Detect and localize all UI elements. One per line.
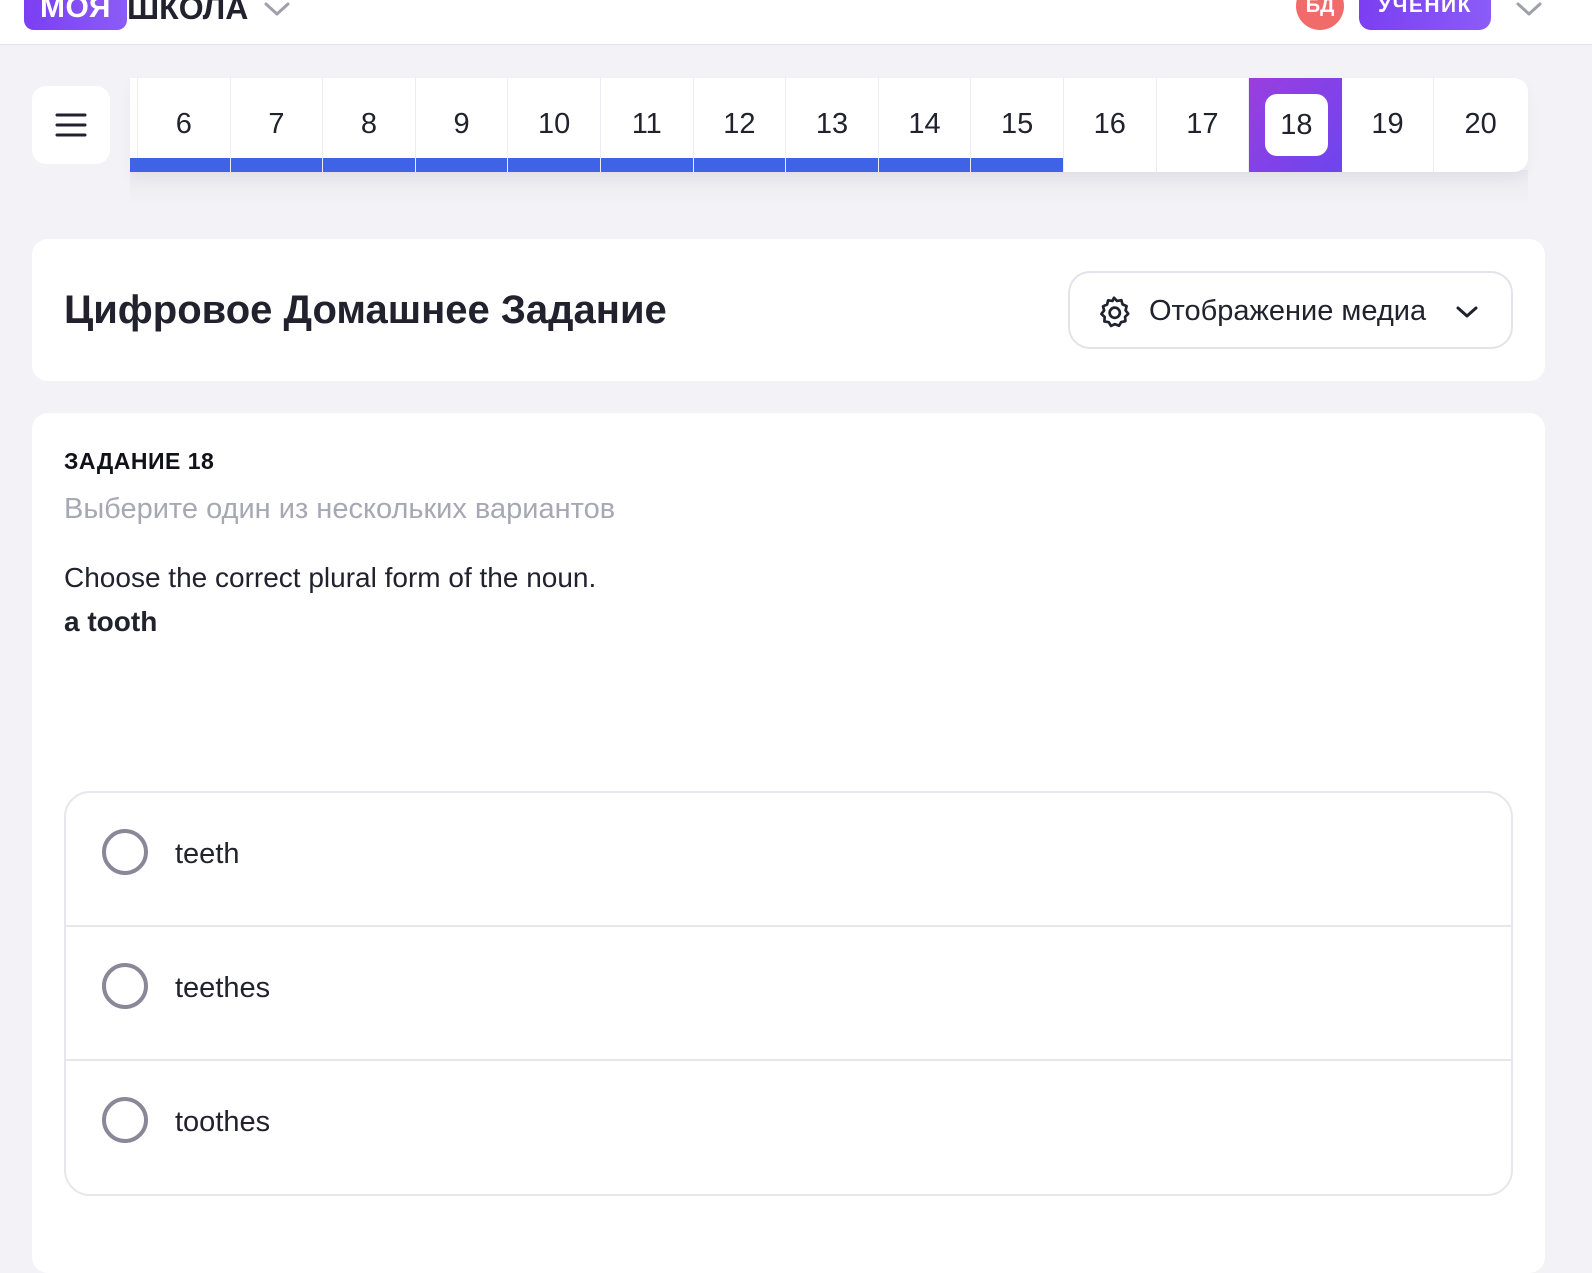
radio-button[interactable] bbox=[102, 963, 148, 1009]
answer-options: teeth teethes toothes bbox=[64, 791, 1513, 1196]
logo-badge[interactable]: МОЯ bbox=[24, 0, 127, 30]
menu-button[interactable] bbox=[32, 86, 110, 164]
media-display-label: Отображение медиа bbox=[1149, 295, 1427, 327]
question-number: 12 bbox=[723, 108, 756, 140]
question-number: 6 bbox=[175, 108, 192, 140]
role-badge[interactable]: УЧЕНИК bbox=[1359, 0, 1491, 30]
question-tab-16[interactable]: 16 bbox=[1064, 78, 1157, 172]
question-tab-12[interactable]: 12 bbox=[693, 78, 787, 172]
question-tab-17[interactable]: 17 bbox=[1157, 78, 1250, 172]
answer-option[interactable]: teethes bbox=[66, 927, 1511, 1061]
page-title: Цифровое Домашнее Задание bbox=[64, 288, 667, 332]
question-number: 18 bbox=[1265, 94, 1328, 156]
navigator-shadow bbox=[130, 170, 1528, 206]
question-number: 8 bbox=[360, 108, 378, 140]
question-number: 9 bbox=[453, 108, 470, 140]
radio-button[interactable] bbox=[102, 829, 148, 875]
chevron-down-icon bbox=[1456, 306, 1478, 318]
question-tab-6[interactable]: 6 bbox=[138, 78, 231, 172]
question-tab-19[interactable]: 19 bbox=[1342, 78, 1435, 172]
progress-bar bbox=[130, 158, 138, 172]
question-tab-7[interactable]: 7 bbox=[230, 78, 324, 172]
answered-indicator bbox=[138, 158, 230, 172]
answered-indicator bbox=[323, 158, 415, 172]
chevron-down-icon[interactable] bbox=[262, 0, 292, 18]
question-tab-10[interactable]: 10 bbox=[508, 78, 601, 172]
question-number: 11 bbox=[631, 108, 662, 140]
option-label: toothes bbox=[175, 1106, 271, 1138]
media-display-button[interactable]: Отображение медиа bbox=[1068, 271, 1513, 349]
question-tab-11[interactable]: 11 bbox=[600, 78, 694, 172]
task-card: ЗАДАНИЕ 18 Выберите один из нескольких в… bbox=[32, 413, 1545, 1273]
task-number: ЗАДАНИЕ 18 bbox=[64, 448, 215, 474]
question-number: 17 bbox=[1186, 108, 1219, 140]
navigator-edge bbox=[130, 78, 138, 172]
answered-indicator bbox=[508, 158, 600, 172]
option-label: teeth bbox=[175, 838, 240, 870]
question-number: 15 bbox=[1001, 108, 1034, 140]
logo-text[interactable]: ШКОЛА bbox=[127, 0, 248, 30]
task-hint: Выберите один из нескольких вариантов bbox=[64, 493, 616, 525]
radio-button[interactable] bbox=[102, 1097, 148, 1143]
question-tab-18[interactable]: 18 bbox=[1249, 78, 1342, 172]
answer-option[interactable]: teeth bbox=[66, 793, 1511, 927]
question-navigator: 6 7 8 9 10 11 12 13 14 15 16 17 18 19 20 bbox=[130, 78, 1528, 172]
answered-indicator bbox=[971, 158, 1063, 172]
option-label: teethes bbox=[175, 972, 271, 1004]
answer-option[interactable]: toothes bbox=[66, 1061, 1511, 1194]
task-word: a tooth bbox=[64, 606, 158, 637]
answered-indicator bbox=[230, 158, 323, 172]
question-tab-13[interactable]: 13 bbox=[786, 78, 879, 172]
question-number: 20 bbox=[1464, 108, 1497, 140]
question-number: 14 bbox=[908, 108, 941, 140]
question-tab-15[interactable]: 15 bbox=[971, 78, 1064, 172]
question-tab-14[interactable]: 14 bbox=[878, 78, 972, 172]
title-card: Цифровое Домашнее Задание Отображение ме… bbox=[32, 239, 1545, 381]
question-tab-8[interactable]: 8 bbox=[323, 78, 416, 172]
task-question: Choose the correct plural form of the no… bbox=[64, 562, 597, 593]
answered-indicator bbox=[693, 158, 786, 172]
top-bar: МОЯ ШКОЛА БД УЧЕНИК bbox=[0, 0, 1592, 45]
question-number: 13 bbox=[815, 108, 849, 140]
answered-indicator bbox=[878, 158, 971, 172]
question-number: 7 bbox=[268, 108, 285, 140]
chevron-down-icon[interactable] bbox=[1514, 0, 1544, 18]
question-number: 19 bbox=[1371, 108, 1404, 140]
question-tab-9[interactable]: 9 bbox=[415, 78, 509, 172]
hamburger-icon bbox=[55, 113, 87, 137]
answered-indicator bbox=[415, 158, 508, 172]
answered-indicator bbox=[786, 158, 878, 172]
answered-indicator bbox=[600, 158, 693, 172]
question-number: 10 bbox=[538, 108, 571, 140]
question-number: 16 bbox=[1093, 108, 1126, 140]
question-tab-20[interactable]: 20 bbox=[1434, 78, 1527, 172]
avatar[interactable]: БД bbox=[1296, 0, 1344, 30]
gear-icon bbox=[1100, 296, 1130, 328]
